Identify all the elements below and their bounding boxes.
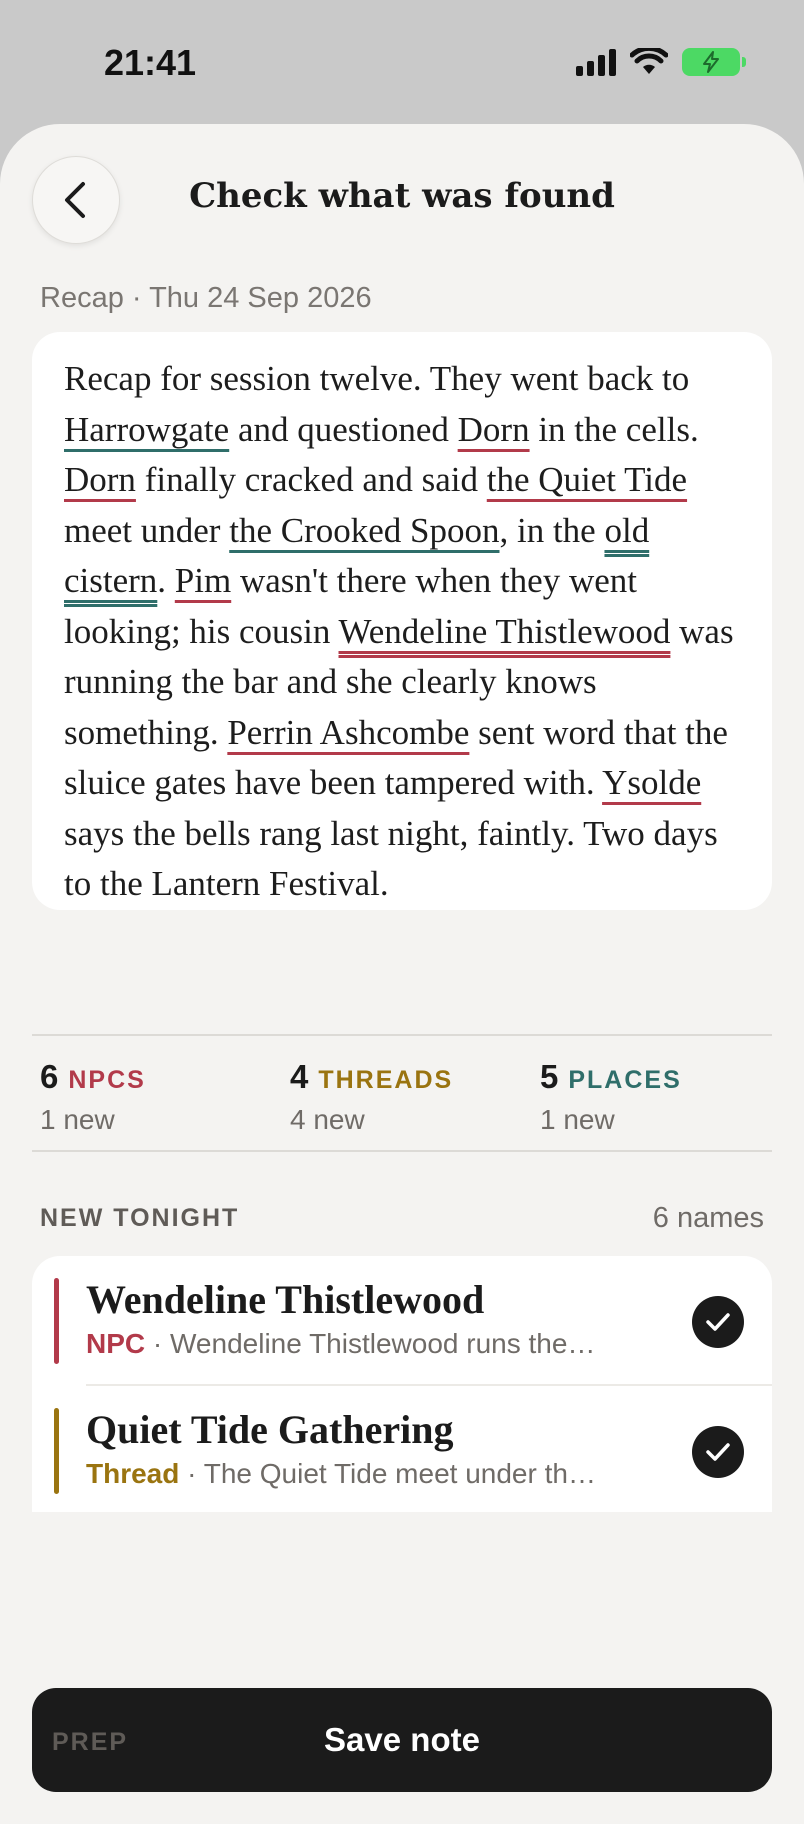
stat-threads-new: 4 new [290, 1104, 365, 1135]
stat-places[interactable]: 5 PLACES 1 new [540, 1058, 682, 1136]
entity-mention-npc[interactable]: Perrin Ashcombe [227, 713, 469, 752]
recap-text-run: Recap for session twelve. They went back… [64, 359, 690, 398]
kind-color-bar [54, 1278, 59, 1364]
recap-text-run: and questioned [229, 409, 458, 449]
stat-npcs-count: 6 [40, 1058, 59, 1095]
section-heading-peek: PREP [52, 1728, 129, 1756]
entity-mention-npc[interactable]: Pim [175, 561, 231, 600]
item-summary: · The Quiet Tide meet under th… [179, 1458, 596, 1489]
recap-text-run: finally cracked and said [135, 460, 487, 499]
wifi-icon [630, 48, 668, 74]
list-item[interactable]: Wendeline Thistlewood NPC · Wendeline Th… [32, 1256, 772, 1386]
status-bar: 21:41 [0, 0, 804, 124]
item-title: Wendeline Thistlewood [86, 1277, 485, 1322]
check-icon[interactable] [692, 1426, 744, 1478]
recap-text-run: meet under [64, 510, 230, 550]
item-subtitle: Thread · The Quiet Tide meet under th… [86, 1458, 596, 1490]
recap-text-run: , in the [499, 510, 605, 550]
recap-text-run: says the bells rang last night, faintly.… [64, 813, 718, 904]
stat-threads-count: 4 [290, 1058, 309, 1095]
kind-color-bar [54, 1408, 59, 1494]
entity-mention-npc[interactable]: Wendeline Thistlewood [339, 612, 671, 651]
entity-mention-npc[interactable]: Ysolde [602, 763, 701, 802]
item-kind: Thread [86, 1458, 180, 1489]
section-heading: NEW TONIGHT [40, 1204, 240, 1232]
stat-npcs[interactable]: 6 NPCS 1 new [40, 1058, 146, 1136]
item-subtitle: NPC · Wendeline Thistlewood runs the… [86, 1328, 595, 1360]
stat-places-new: 1 new [540, 1104, 615, 1135]
entity-mention-npc[interactable]: Dorn [64, 460, 136, 499]
entity-mention-npc[interactable]: the Quiet Tide [487, 460, 687, 499]
stat-npcs-new: 1 new [40, 1104, 115, 1135]
new-items-list: Wendeline Thistlewood NPC · Wendeline Th… [32, 1256, 772, 1512]
item-summary: · Wendeline Thistlewood runs the… [145, 1328, 596, 1359]
section-count: 6 names [652, 1202, 764, 1234]
recap-text-run: . [157, 561, 175, 600]
item-title: Quiet Tide Gathering [86, 1407, 454, 1452]
status-time: 21:41 [104, 42, 197, 83]
entity-mention-npc[interactable]: Dorn [458, 410, 530, 449]
charging-bolt-icon [703, 51, 719, 73]
stat-threads[interactable]: 4 THREADS 4 new [290, 1058, 453, 1136]
page-title: Check what was found [189, 176, 615, 216]
recap-card: Recap for session twelve. They went back… [32, 332, 772, 910]
review-sheet: Check what was found Recap · Thu 24 Sep … [0, 124, 804, 1824]
stat-places-label: PLACES [568, 1066, 682, 1094]
stat-npcs-label: NPCS [68, 1066, 146, 1094]
stats-row: 6 NPCS 1 new 4 THREADS 4 new 5 PLACES 1 … [32, 1034, 772, 1152]
stat-threads-label: THREADS [318, 1066, 454, 1094]
item-kind: NPC [86, 1328, 146, 1359]
save-note-button[interactable]: Save note [32, 1688, 772, 1792]
list-item[interactable]: Quiet Tide Gathering Thread · The Quiet … [32, 1386, 772, 1512]
status-icons [576, 48, 746, 76]
recap-text-run: in the cells. [529, 409, 699, 449]
battery-icon [682, 48, 746, 76]
entity-mention-place[interactable]: the Crooked Spoon [229, 511, 499, 550]
stat-places-count: 5 [540, 1058, 559, 1095]
check-icon[interactable] [692, 1296, 744, 1348]
entity-mention-place[interactable]: Harrowgate [64, 410, 229, 449]
signal-icon [576, 48, 616, 76]
recap-meta: Recap · Thu 24 Sep 2026 [40, 282, 372, 314]
recap-text: Recap for session twelve. They went back… [64, 354, 740, 910]
